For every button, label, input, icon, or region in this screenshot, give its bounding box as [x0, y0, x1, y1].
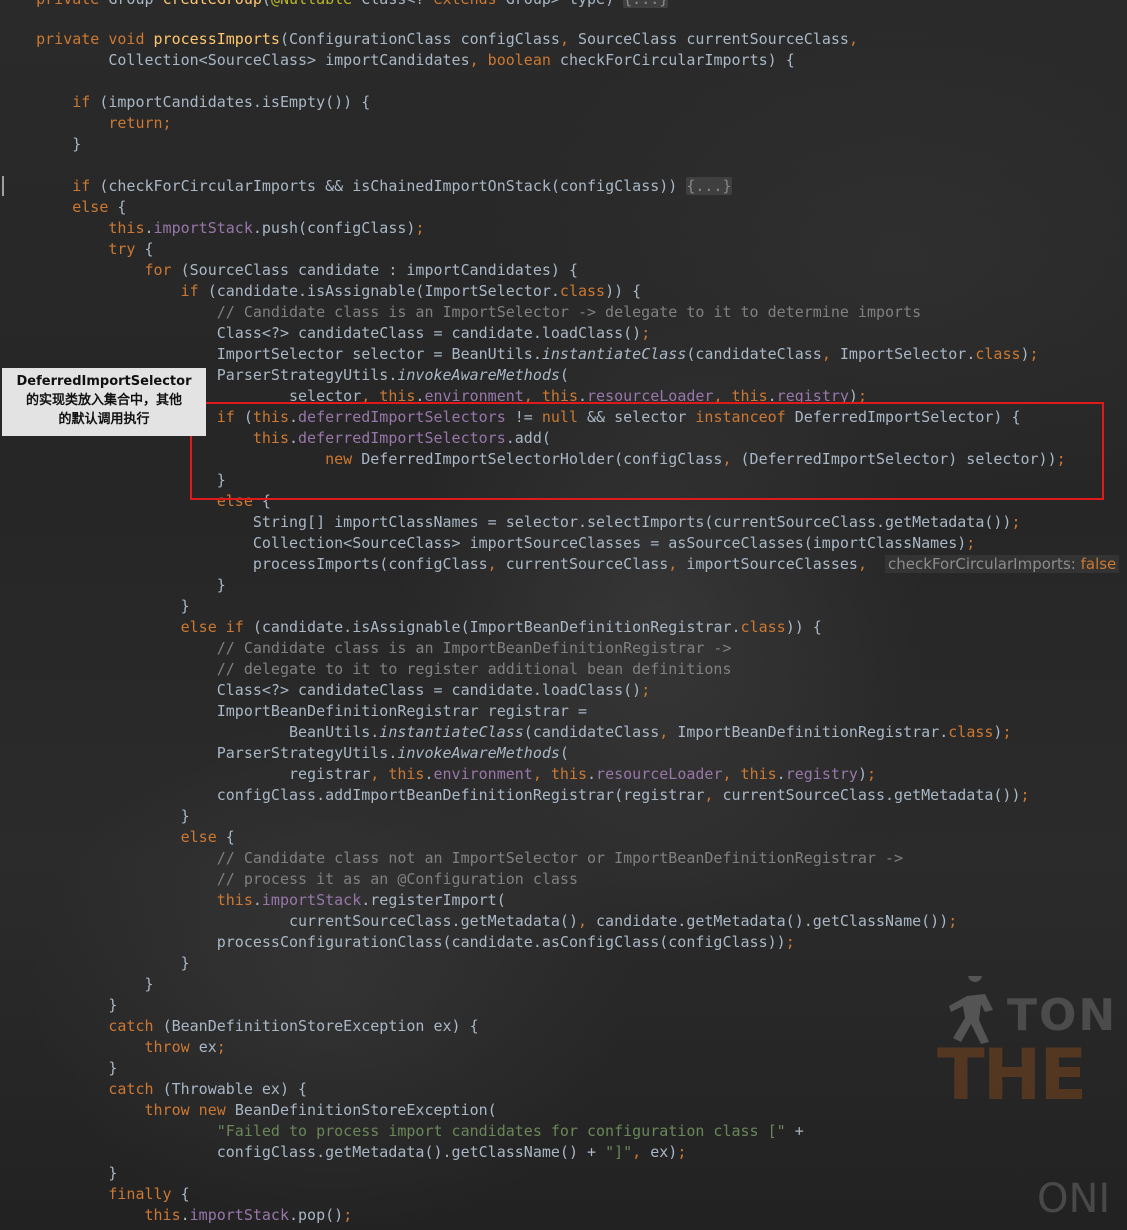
code-line: throw new BeanDefinitionStoreException(	[0, 1101, 497, 1119]
code-line: private Group createGroup(@Nullable Clas…	[0, 0, 669, 10]
code-line: configClass.addImportBeanDefinitionRegis…	[0, 786, 1030, 804]
code-line: if (importCandidates.isEmpty()) {	[0, 93, 371, 111]
annotation-line-1: DeferredImportSelector	[16, 374, 192, 389]
code-line: if (checkForCircularImports && isChained…	[0, 177, 732, 195]
code-line: Collection<SourceClass> importSourceClas…	[0, 534, 976, 552]
code-line: ImportSelector selector = BeanUtils.inst…	[0, 345, 1039, 363]
code-line: // Candidate class not an ImportSelector…	[0, 849, 904, 867]
code-line: BeanUtils.instantiateClass(candidateClas…	[0, 723, 1012, 741]
annotation-callout: DeferredImportSelector 的实现类放入集合中，其他 的默认调…	[2, 368, 206, 436]
code-line: }	[0, 996, 118, 1014]
code-line: throw ex;	[0, 1038, 226, 1056]
code-line: processConfigurationClass(candidate.asCo…	[0, 933, 795, 951]
folded-code-block[interactable]: {...}	[686, 177, 732, 195]
parameter-hint: checkForCircularImports: false	[885, 555, 1120, 573]
code-line: private void processImports(Configuratio…	[0, 30, 858, 48]
code-line: }	[0, 135, 82, 153]
code-line: this.importStack.push(configClass);	[0, 219, 425, 237]
code-line: Collection<SourceClass> importCandidates…	[0, 51, 795, 69]
code-line: else {	[0, 828, 235, 846]
code-line: processImports(configClass, currentSourc…	[0, 554, 1120, 575]
code-line: finally {	[0, 1185, 190, 1203]
code-line: Class<?> candidateClass = candidate.load…	[0, 324, 651, 342]
code-line: catch (BeanDefinitionStoreException ex) …	[0, 1017, 479, 1035]
code-line: configClass.getMetadata().getClassName()…	[0, 1143, 687, 1161]
code-line: }	[0, 576, 226, 594]
code-line: return;	[0, 114, 172, 132]
code-line: for (SourceClass candidate : importCandi…	[0, 261, 578, 279]
code-line: try {	[0, 240, 154, 258]
code-line: else if (candidate.isAssignable(ImportBe…	[0, 618, 822, 636]
code-line: }	[0, 1059, 118, 1077]
code-line: }	[0, 597, 190, 615]
annotation-line-2: 的实现类放入集合中，其他	[25, 393, 182, 408]
code-line: }	[0, 975, 154, 993]
code-line: // delegate to it to register additional…	[0, 660, 732, 678]
code-line: }	[0, 1164, 118, 1182]
code-line: // process it as an @Configuration class	[0, 870, 578, 888]
code-line: this.importStack.pop();	[0, 1206, 353, 1224]
code-line: else {	[0, 198, 127, 216]
annotation-line-3: 的默认调用执行	[58, 412, 150, 427]
code-line: "Failed to process import candidates for…	[0, 1122, 804, 1140]
code-line: ParserStrategyUtils.invokeAwareMethods(	[0, 744, 569, 762]
code-line: this.importStack.registerImport(	[0, 891, 506, 909]
code-line: currentSourceClass.getMetadata(), candid…	[0, 912, 958, 930]
red-highlight-box	[190, 402, 1104, 500]
code-line: registrar, this.environment, this.resour…	[0, 765, 877, 783]
code-line: ImportBeanDefinitionRegistrar registrar …	[0, 702, 587, 720]
code-line: }	[0, 954, 190, 972]
code-line: Class<?> candidateClass = candidate.load…	[0, 681, 651, 699]
code-line: if (candidate.isAssignable(ImportSelecto…	[0, 282, 642, 300]
code-line: // Candidate class is an ImportBeanDefin…	[0, 639, 732, 657]
code-line: }	[0, 807, 190, 825]
code-line: catch (Throwable ex) {	[0, 1080, 308, 1098]
code-line: // Candidate class is an ImportSelector …	[0, 303, 922, 321]
code-line: String[] importClassNames = selector.sel…	[0, 513, 1021, 531]
